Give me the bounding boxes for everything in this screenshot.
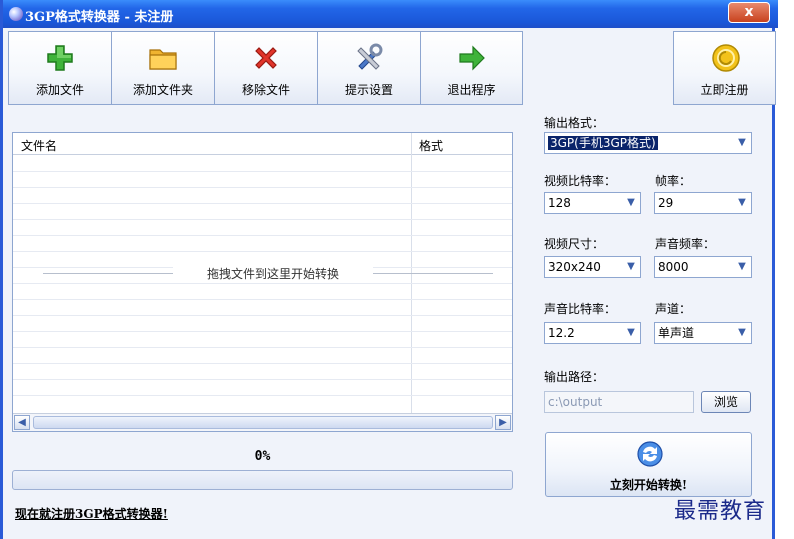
row-divider [13,219,512,220]
chevron-down-icon: ▼ [738,137,746,148]
file-list[interactable]: 文件名 格式 拖拽文件到这里开始转换 ◀ ▶ [12,132,513,432]
scroll-right-icon[interactable]: ▶ [495,415,511,430]
chevron-down-icon: ▼ [627,327,635,338]
folder-icon [149,49,177,70]
column-filename[interactable]: 文件名 [21,137,57,154]
row-divider [13,187,512,188]
row-divider [13,251,512,252]
row-divider [13,379,512,380]
video-size-value: 320x240 [548,260,601,274]
channel-value: 单声道 [658,326,695,340]
start-convert-label: 立刻开始转换! [609,478,688,492]
output-format-value: 3GP(手机3GP格式) [548,136,658,150]
video-size-select[interactable]: 320x240 ▼ [544,256,641,278]
channel-select[interactable]: 单声道 ▼ [654,322,752,344]
row-divider [13,315,512,316]
row-divider [13,203,512,204]
row-divider [13,347,512,348]
window-title: 3GP格式转换器 - 未注册 [25,10,174,25]
coin-icon [712,44,740,72]
add-file-button[interactable]: 添加文件 [8,31,111,105]
exit-label: 退出程序 [447,83,496,97]
remove-file-label: 移除文件 [241,83,290,97]
audio-bitrate-select[interactable]: 12.2 ▼ [544,322,641,344]
row-divider [13,395,512,396]
row-divider [13,363,512,364]
x-icon [255,47,277,69]
app-icon [9,7,23,21]
video-bitrate-value: 128 [548,196,571,210]
register-now-label: 立即注册 [700,83,749,97]
exit-button[interactable]: 退出程序 [420,31,523,105]
video-size-label: 视频尺寸： [544,237,605,251]
prompt-settings-label: 提示设置 [344,83,393,97]
watermark: 最需教育 [674,499,767,524]
frame-rate-select[interactable]: 29 ▼ [654,192,752,214]
drop-hint-rule [373,273,493,274]
toolbar: 添加文件 添加文件夹 移除文件 提示设置 退出程序 [8,31,523,105]
chevron-down-icon: ▼ [738,327,746,338]
start-convert-button[interactable]: 立刻开始转换! [545,432,752,497]
chevron-down-icon: ▼ [627,197,635,208]
output-path-input[interactable]: c:\output [544,391,694,413]
add-file-label: 添加文件 [35,83,84,97]
convert-icon [637,441,663,467]
row-divider [13,299,512,300]
output-format-select[interactable]: 3GP(手机3GP格式) ▼ [544,132,752,154]
column-format[interactable]: 格式 [419,137,443,154]
progress-bar [12,470,513,490]
scroll-left-icon[interactable]: ◀ [14,415,30,430]
row-divider [13,235,512,236]
file-list-header: 文件名 格式 [13,133,512,155]
row-divider [13,331,512,332]
plus-icon [47,45,73,71]
row-divider [13,171,512,172]
drop-hint: 拖拽文件到这里开始转换 [173,265,373,282]
output-path-label: 输出路径： [544,370,605,384]
audio-bitrate-label: 声音比特率： [544,302,617,316]
title-bar: 3GP格式转换器 - 未注册 x [3,0,778,28]
arrow-right-icon [458,45,485,71]
remove-file-button[interactable]: 移除文件 [214,31,317,105]
channel-label: 声道： [655,302,692,316]
video-bitrate-select[interactable]: 128 ▼ [544,192,641,214]
video-bitrate-label: 视频比特率： [544,174,617,188]
progress-percent: 0% [254,449,271,464]
audio-freq-select[interactable]: 8000 ▼ [654,256,752,278]
row-divider [13,283,512,284]
chevron-down-icon: ▼ [738,197,746,208]
frame-rate-label: 帧率： [655,174,692,188]
drop-hint-rule [43,273,173,274]
prompt-settings-button[interactable]: 提示设置 [317,31,420,105]
horizontal-scrollbar[interactable]: ◀ ▶ [13,413,512,431]
output-format-label: 输出格式： [544,116,605,130]
frame-rate-value: 29 [658,196,674,210]
audio-bitrate-value: 12.2 [548,326,575,340]
add-folder-label: 添加文件夹 [132,83,193,97]
register-link[interactable]: 现在就注册3GP格式转换器! [15,505,168,522]
close-button[interactable]: x [728,2,770,23]
register-now-button[interactable]: 立即注册 [673,31,776,105]
audio-freq-value: 8000 [658,260,689,274]
scroll-thumb[interactable] [33,416,493,429]
app-window: 3GP格式转换器 - 未注册 x 添加文件 添加文件夹 移除文件 提示设置 退出… [0,0,778,539]
tools-icon [357,43,383,70]
chevron-down-icon: ▼ [738,261,746,272]
browse-button[interactable]: 浏览 [701,391,751,413]
chevron-down-icon: ▼ [627,261,635,272]
add-folder-button[interactable]: 添加文件夹 [111,31,214,105]
audio-freq-label: 声音频率： [655,237,716,251]
